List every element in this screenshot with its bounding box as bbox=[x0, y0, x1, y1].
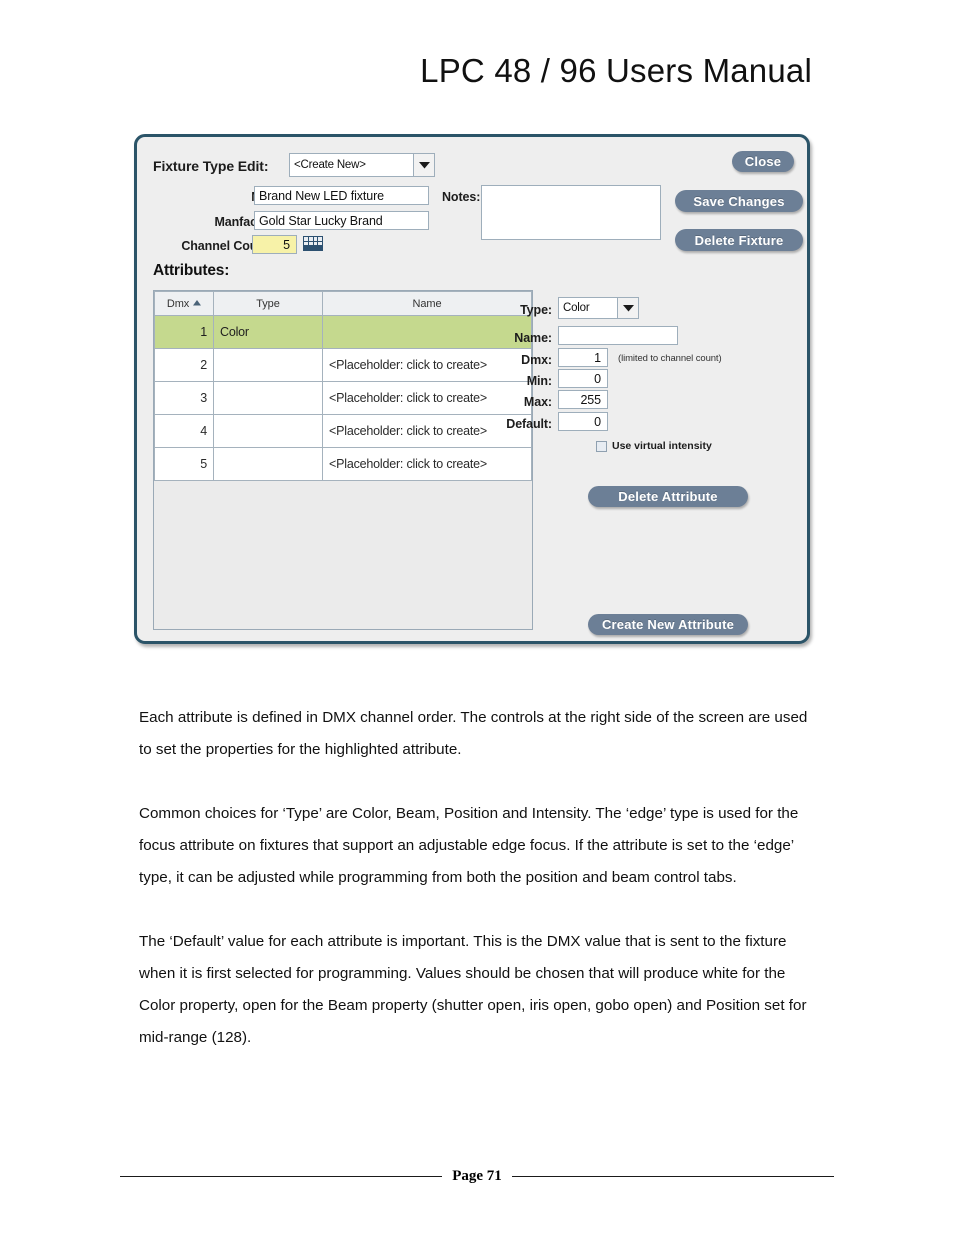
notes-textarea[interactable] bbox=[481, 185, 661, 240]
attributes-table-panel: Dmx Type Name 1 Color 2 <Placeholder: cl… bbox=[153, 290, 533, 630]
fixture-type-select[interactable]: <Create New> bbox=[289, 153, 414, 177]
table-row[interactable]: 3 <Placeholder: click to create> bbox=[154, 381, 532, 415]
property-dmx-label: Dmx: bbox=[521, 353, 552, 367]
attribute-name-input[interactable] bbox=[558, 326, 678, 345]
column-header-dmx-label: Dmx bbox=[166, 298, 190, 310]
sort-ascending-icon bbox=[193, 297, 202, 309]
table-row[interactable]: 2 <Placeholder: click to create> bbox=[154, 348, 532, 382]
fixture-name-input[interactable]: Brand New LED fixture bbox=[254, 186, 429, 205]
property-type-label: Type: bbox=[520, 303, 552, 317]
attribute-min-input[interactable]: 0 bbox=[558, 369, 608, 388]
cell-type bbox=[213, 348, 323, 382]
cell-dmx: 4 bbox=[154, 414, 214, 448]
fixture-type-select-value: <Create New> bbox=[289, 153, 414, 177]
table-header-row: Dmx Type Name bbox=[154, 291, 532, 316]
use-virtual-intensity-label: Use virtual intensity bbox=[612, 440, 712, 452]
attribute-dmx-input[interactable]: 1 bbox=[558, 348, 608, 367]
attribute-default-input[interactable]: 0 bbox=[558, 412, 608, 431]
cell-type bbox=[213, 447, 323, 481]
cell-name: <Placeholder: click to create> bbox=[322, 447, 532, 481]
column-header-type[interactable]: Type bbox=[213, 291, 323, 316]
property-max-label: Max: bbox=[523, 395, 552, 409]
property-default-label: Default: bbox=[506, 417, 552, 431]
cell-type bbox=[213, 414, 323, 448]
cell-type bbox=[213, 381, 323, 415]
footer-page-number: Page 71 bbox=[452, 1168, 502, 1184]
cell-dmx: 2 bbox=[154, 348, 214, 382]
body-copy: Each attribute is defined in DMX channel… bbox=[139, 702, 819, 1086]
chevron-down-icon bbox=[618, 297, 639, 319]
attribute-type-select-value: Color bbox=[558, 297, 618, 319]
attribute-type-select[interactable]: Color bbox=[558, 297, 618, 319]
property-min-label: Min: bbox=[526, 374, 552, 388]
paragraph-2: Common choices for ‘Type’ are Color, Bea… bbox=[139, 805, 799, 886]
paragraph-3: The ‘Default’ value for each attribute i… bbox=[139, 933, 807, 1046]
attributes-heading: Attributes: bbox=[153, 262, 230, 279]
page-title: LPC 48 / 96 Users Manual bbox=[420, 52, 812, 89]
attribute-max-input[interactable]: 255 bbox=[558, 390, 608, 409]
attribute-type-select-arrow[interactable] bbox=[618, 297, 640, 319]
property-name-label: Name: bbox=[514, 331, 552, 345]
delete-attribute-button[interactable]: Delete Attribute bbox=[588, 486, 748, 507]
table-row[interactable]: 1 Color bbox=[154, 315, 532, 349]
attributes-table-body: 1 Color 2 <Placeholder: click to create>… bbox=[154, 315, 532, 481]
fixture-type-edit-dialog: Fixture Type Edit: <Create New> Name: Br… bbox=[134, 134, 810, 644]
checkbox-icon bbox=[596, 440, 607, 452]
use-virtual-intensity-checkbox[interactable]: Use virtual intensity bbox=[596, 440, 712, 452]
channel-count-input[interactable]: 5 bbox=[252, 235, 297, 254]
cell-dmx: 5 bbox=[154, 447, 214, 481]
cell-dmx: 3 bbox=[154, 381, 214, 415]
paragraph-1: Each attribute is defined in DMX channel… bbox=[139, 709, 808, 758]
delete-fixture-button[interactable]: Delete Fixture bbox=[675, 229, 803, 251]
notes-label: Notes: bbox=[442, 190, 481, 204]
fixture-type-edit-label: Fixture Type Edit: bbox=[153, 158, 269, 174]
save-changes-button[interactable]: Save Changes bbox=[675, 190, 803, 212]
page-footer: Page 71 bbox=[120, 1168, 835, 1185]
fixture-type-select-arrow[interactable] bbox=[414, 153, 436, 177]
cell-dmx: 1 bbox=[154, 315, 214, 349]
table-row[interactable]: 5 <Placeholder: click to create> bbox=[154, 447, 532, 481]
footer-rule-right bbox=[511, 1176, 835, 1177]
keypad-icon[interactable] bbox=[303, 236, 323, 251]
manufacturer-input[interactable]: Gold Star Lucky Brand bbox=[254, 211, 429, 230]
chevron-down-icon bbox=[414, 153, 435, 177]
footer-rule-left bbox=[120, 1176, 443, 1177]
column-header-dmx[interactable]: Dmx bbox=[154, 291, 214, 316]
attributes-table: Dmx Type Name 1 Color 2 <Placeholder: cl… bbox=[154, 291, 532, 481]
close-button[interactable]: Close bbox=[732, 151, 794, 172]
dmx-hint-text: (limited to channel count) bbox=[618, 353, 722, 364]
cell-type: Color bbox=[213, 315, 323, 349]
create-new-attribute-button[interactable]: Create New Attribute bbox=[588, 614, 748, 635]
